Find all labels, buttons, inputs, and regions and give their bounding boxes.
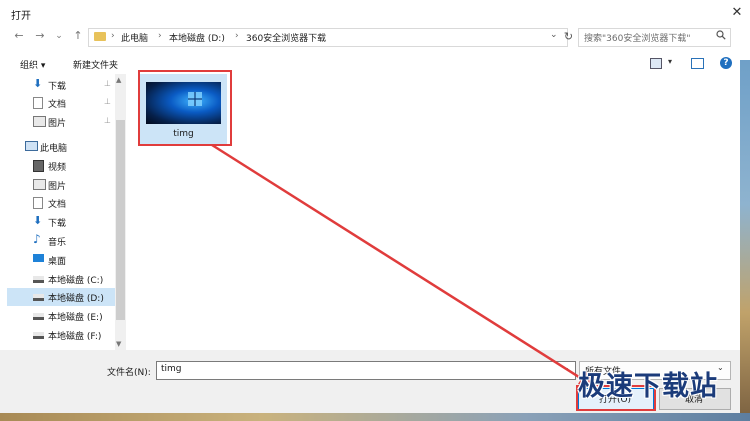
breadcrumb-folder[interactable]: 360安全浏览器下载: [246, 31, 326, 44]
sidebar-item[interactable]: 视频: [7, 157, 115, 175]
new-folder-button[interactable]: 新建文件夹: [73, 58, 118, 71]
pin-icon: ⊥: [104, 116, 111, 125]
filename-value: timg: [161, 364, 182, 374]
view-dropdown[interactable]: ▾: [668, 57, 672, 66]
back-button[interactable]: ←: [12, 29, 26, 43]
desktop-wallpaper-edge: [740, 60, 750, 421]
window-title: 打开: [11, 11, 31, 22]
drive-icon: [33, 276, 44, 283]
search-icon[interactable]: [716, 30, 726, 43]
document-icon: [33, 197, 43, 209]
sidebar-item-label: 下载: [48, 219, 67, 229]
document-icon: [33, 97, 43, 109]
sidebar-item-label: 本地磁盘 (E:): [48, 313, 103, 323]
breadcrumb-this-pc[interactable]: 此电脑: [121, 31, 148, 44]
sidebar-item[interactable]: 此电脑: [7, 138, 115, 156]
drive-icon: [33, 313, 44, 320]
computer-icon: [25, 141, 38, 151]
sidebar-item[interactable]: 本地磁盘 (F:): [7, 326, 115, 344]
drive-icon: [33, 294, 44, 301]
filename-input[interactable]: [156, 361, 576, 380]
breadcrumb-separator: ›: [111, 31, 115, 41]
sidebar-item-label: 视频: [48, 163, 67, 173]
filetype-dropdown-icon[interactable]: ⌄: [717, 363, 724, 372]
desktop-icon: [33, 254, 44, 262]
breadcrumb-separator: ›: [158, 31, 162, 41]
scrollbar-thumb[interactable]: [116, 120, 125, 320]
forward-button[interactable]: →: [33, 29, 47, 43]
video-icon: [33, 160, 44, 172]
scroll-down-icon[interactable]: ▼: [116, 340, 121, 348]
sidebar-item-label: 下载: [48, 82, 67, 92]
music-icon: ♪: [33, 232, 41, 246]
sidebar-item-label: 本地磁盘 (F:): [48, 332, 102, 342]
picture-icon: [33, 179, 46, 190]
sidebar-item[interactable]: 本地磁盘 (D:): [7, 288, 115, 306]
sidebar-item[interactable]: 图片: [7, 176, 115, 194]
sidebar-item-label: 音乐: [48, 238, 67, 248]
sidebar-item[interactable]: 文档 ⊥: [7, 94, 115, 112]
address-dropdown[interactable]: ⌄: [550, 30, 558, 40]
drive-icon: [33, 332, 44, 339]
recent-locations-dropdown[interactable]: ⌄: [52, 29, 66, 43]
desktop-wallpaper-edge: [0, 413, 750, 421]
sidebar-item-label: 图片: [48, 119, 67, 129]
pin-icon: ⊥: [104, 97, 111, 106]
download-icon: ⬇: [33, 214, 43, 227]
search-placeholder: 搜索"360安全浏览器下载": [584, 34, 691, 44]
close-button[interactable]: ✕: [728, 4, 746, 22]
sidebar-item-label: 此电脑: [40, 144, 68, 154]
sidebar-item[interactable]: ♪ 音乐: [7, 232, 115, 250]
sidebar-item-label: 文档: [48, 100, 67, 110]
breadcrumb-separator: ›: [235, 31, 239, 41]
sidebar-item[interactable]: 图片 ⊥: [7, 113, 115, 131]
breadcrumb-drive-d[interactable]: 本地磁盘 (D:): [169, 31, 225, 44]
watermark: 极速下载站: [578, 371, 718, 402]
sidebar-item[interactable]: 本地磁盘 (C:): [7, 270, 115, 288]
sidebar-item[interactable]: 本地磁盘 (E:): [7, 307, 115, 325]
sidebar-item[interactable]: ⬇ 下载 ⊥: [7, 76, 115, 94]
sidebar-item[interactable]: 文档: [7, 194, 115, 212]
sidebar-item[interactable]: 桌面: [7, 251, 115, 269]
folder-icon: [94, 32, 106, 41]
up-button[interactable]: ↑: [71, 29, 85, 43]
sidebar-item-label: 本地磁盘 (C:): [48, 276, 104, 286]
sidebar-item-label: 本地磁盘 (D:): [48, 294, 104, 304]
filename-label: 文件名(N):: [107, 368, 151, 378]
sidebar-item[interactable]: ⬇ 下载: [7, 213, 115, 231]
refresh-button[interactable]: ↻: [560, 28, 577, 45]
scroll-up-icon[interactable]: ▲: [116, 76, 121, 84]
sidebar-item-label: 桌面: [48, 257, 67, 267]
sidebar-item-label: 图片: [48, 182, 67, 192]
title-bar: [0, 0, 750, 26]
highlight-box-file: [138, 70, 232, 146]
preview-pane-icon[interactable]: [691, 58, 704, 69]
download-icon: ⬇: [33, 77, 43, 90]
view-icon[interactable]: [650, 58, 662, 69]
filename-dropdown-icon[interactable]: ⌄: [563, 363, 570, 372]
sidebar-item-label: 文档: [48, 200, 67, 210]
help-icon[interactable]: ?: [720, 57, 732, 69]
organize-button[interactable]: 组织 ▾: [20, 58, 45, 71]
pin-icon: ⊥: [104, 79, 111, 88]
picture-icon: [33, 116, 46, 127]
